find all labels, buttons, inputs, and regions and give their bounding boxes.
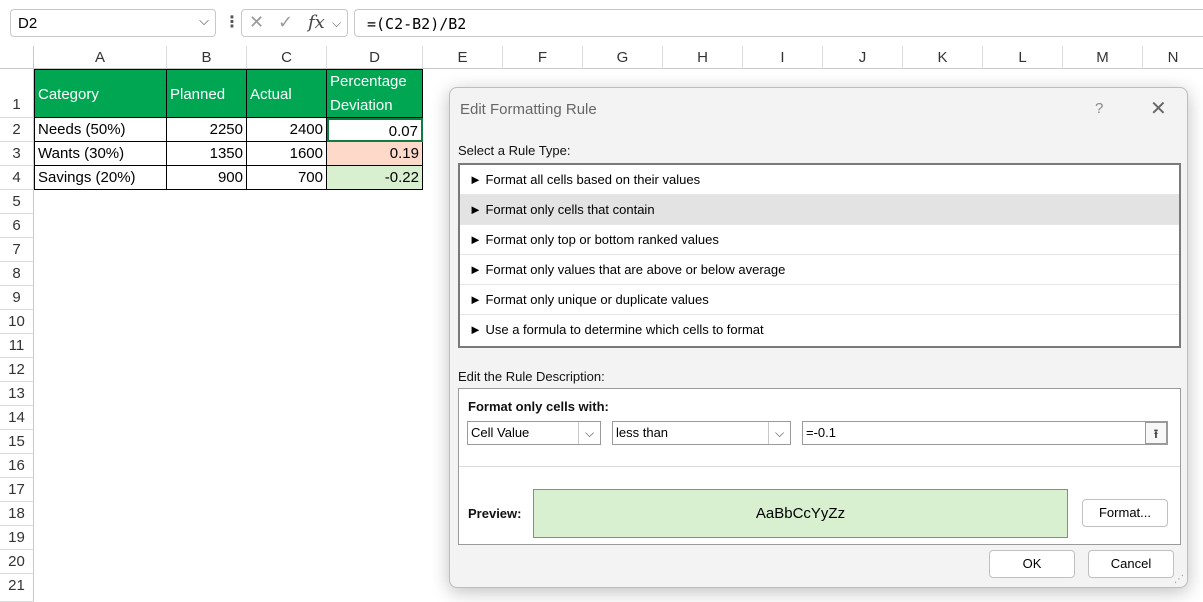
row-header-20[interactable]: 20 (0, 550, 34, 574)
enter-icon[interactable]: ✓ (278, 12, 293, 33)
row-header-8[interactable]: 8 (0, 262, 34, 286)
header-planned[interactable]: Planned (167, 69, 247, 118)
column-header-e[interactable]: E (423, 46, 503, 69)
cell-planned[interactable]: 900 (167, 166, 247, 190)
chevron-down-icon[interactable]: ⌵ (768, 422, 790, 444)
row-header-2[interactable]: 2 (0, 118, 34, 142)
column-header-b[interactable]: B (167, 46, 247, 69)
insert-function-icon[interactable]: fx (308, 12, 325, 33)
operator-select[interactable]: less than ⌵ (612, 421, 791, 445)
row-header-9[interactable]: 9 (0, 286, 34, 310)
condition-field-value: Cell Value (471, 425, 530, 440)
cancel-icon[interactable]: ✕ (249, 12, 264, 33)
column-header-f[interactable]: F (503, 46, 583, 69)
column-header-n[interactable]: N (1143, 46, 1203, 69)
formula-input[interactable]: =(C2-B2)/B2 (354, 9, 1203, 37)
edit-rule-description-label: Edit the Rule Description: (458, 369, 605, 384)
row-header-16[interactable]: 16 (0, 454, 34, 478)
cell-actual[interactable]: 700 (247, 166, 327, 190)
row-header-10[interactable]: 10 (0, 310, 34, 334)
preview-box: AaBbCcYyZz (533, 489, 1068, 538)
cell-category[interactable]: Savings (20%) (34, 166, 167, 190)
select-rule-type-label: Select a Rule Type: (458, 143, 571, 158)
select-all-corner[interactable] (0, 46, 34, 69)
cell-category[interactable]: Wants (30%) (34, 142, 167, 166)
row-header-7[interactable]: 7 (0, 238, 34, 262)
row-header-13[interactable]: 13 (0, 382, 34, 406)
excel-window: D2 ⌵ ⋮ ✕ ✓ fx ⌵ =(C2-B2)/B2 A B C D E F … (0, 0, 1203, 602)
condition-field-select[interactable]: Cell Value ⌵ (467, 421, 601, 445)
row-header-11[interactable]: 11 (0, 334, 34, 358)
name-box[interactable]: D2 ⌵ (10, 9, 216, 37)
row-header-21[interactable]: 21 (0, 574, 34, 602)
operator-value: less than (616, 425, 669, 440)
column-header-k[interactable]: K (903, 46, 983, 69)
rule-type-list: ► Format all cells based on their values… (458, 163, 1181, 348)
column-header-a[interactable]: A (34, 46, 167, 69)
rule-type-item[interactable]: ► Format only unique or duplicate values (460, 285, 1179, 315)
column-header-d[interactable]: D (327, 46, 423, 69)
chevron-down-icon[interactable]: ⌵ (578, 422, 600, 444)
column-header-g[interactable]: G (583, 46, 663, 69)
cell-deviation[interactable]: 0.19 (327, 142, 423, 166)
column-header-c[interactable]: C (247, 46, 327, 69)
cell-deviation-selected[interactable]: 0.07 (327, 118, 423, 142)
rule-description-panel: Format only cells with: Cell Value ⌵ les… (458, 388, 1181, 545)
row-header-14[interactable]: 14 (0, 406, 34, 430)
collapse-dialog-icon[interactable]: ⭱ (1145, 422, 1167, 444)
cell-actual[interactable]: 1600 (247, 142, 327, 166)
ok-button[interactable]: OK (989, 550, 1075, 578)
cell-planned[interactable]: 1350 (167, 142, 247, 166)
row-header-5[interactable]: 5 (0, 190, 34, 214)
row-header-18[interactable]: 18 (0, 502, 34, 526)
row-header-3[interactable]: 3 (0, 142, 34, 166)
edit-formatting-rule-dialog: Edit Formatting Rule ? ✕ Select a Rule T… (449, 87, 1188, 588)
rule-type-item[interactable]: ► Format only values that are above or b… (460, 255, 1179, 285)
column-header-h[interactable]: H (663, 46, 743, 69)
divider (459, 466, 1180, 467)
dialog-title: Edit Formatting Rule (460, 101, 597, 118)
row-header-17[interactable]: 17 (0, 478, 34, 502)
rule-type-item[interactable]: ► Use a formula to determine which cells… (460, 315, 1179, 345)
format-only-cells-with-label: Format only cells with: (468, 399, 609, 414)
help-icon[interactable]: ? (1095, 100, 1103, 117)
rule-type-item[interactable]: ► Format all cells based on their values (460, 165, 1179, 195)
cell-category[interactable]: Needs (50%) (34, 118, 167, 142)
row-header-19[interactable]: 19 (0, 526, 34, 550)
row-header-15[interactable]: 15 (0, 430, 34, 454)
cell-planned[interactable]: 2250 (167, 118, 247, 142)
cell-actual[interactable]: 2400 (247, 118, 327, 142)
rule-type-item[interactable]: ► Format only top or bottom ranked value… (460, 225, 1179, 255)
formula-bar: D2 ⌵ ⋮ ✕ ✓ fx ⌵ =(C2-B2)/B2 (0, 0, 1203, 46)
column-header-j[interactable]: J (823, 46, 903, 69)
cell-deviation[interactable]: -0.22 (327, 166, 423, 190)
column-header-m[interactable]: M (1063, 46, 1143, 69)
value-input-text: =-0.1 (806, 425, 836, 440)
close-icon[interactable]: ✕ (1150, 96, 1167, 121)
chevron-down-icon[interactable]: ⌵ (332, 16, 341, 31)
header-actual[interactable]: Actual (247, 69, 327, 118)
value-input[interactable]: =-0.1 ⭱ (802, 421, 1168, 445)
formula-controls: ✕ ✓ fx ⌵ (241, 9, 348, 37)
name-box-value: D2 (18, 15, 38, 32)
row-header-6[interactable]: 6 (0, 214, 34, 238)
format-button[interactable]: Format... (1082, 499, 1168, 527)
row-header-1[interactable]: 1 (0, 69, 34, 118)
column-header-i[interactable]: I (743, 46, 823, 69)
column-header-l[interactable]: L (983, 46, 1063, 69)
chevron-down-icon[interactable]: ⌵ (199, 13, 209, 29)
more-options-icon[interactable]: ⋮ (224, 12, 240, 32)
cancel-button[interactable]: Cancel (1088, 550, 1174, 578)
row-header-4[interactable]: 4 (0, 166, 34, 190)
resize-grip-icon[interactable]: ⋰ (1174, 574, 1184, 585)
row-header-12[interactable]: 12 (0, 358, 34, 382)
rule-type-item-selected[interactable]: ► Format only cells that contain (460, 195, 1179, 225)
header-percentage-deviation[interactable]: Percentage Deviation (327, 69, 423, 118)
preview-label: Preview: (468, 506, 522, 521)
header-category[interactable]: Category (34, 69, 167, 118)
